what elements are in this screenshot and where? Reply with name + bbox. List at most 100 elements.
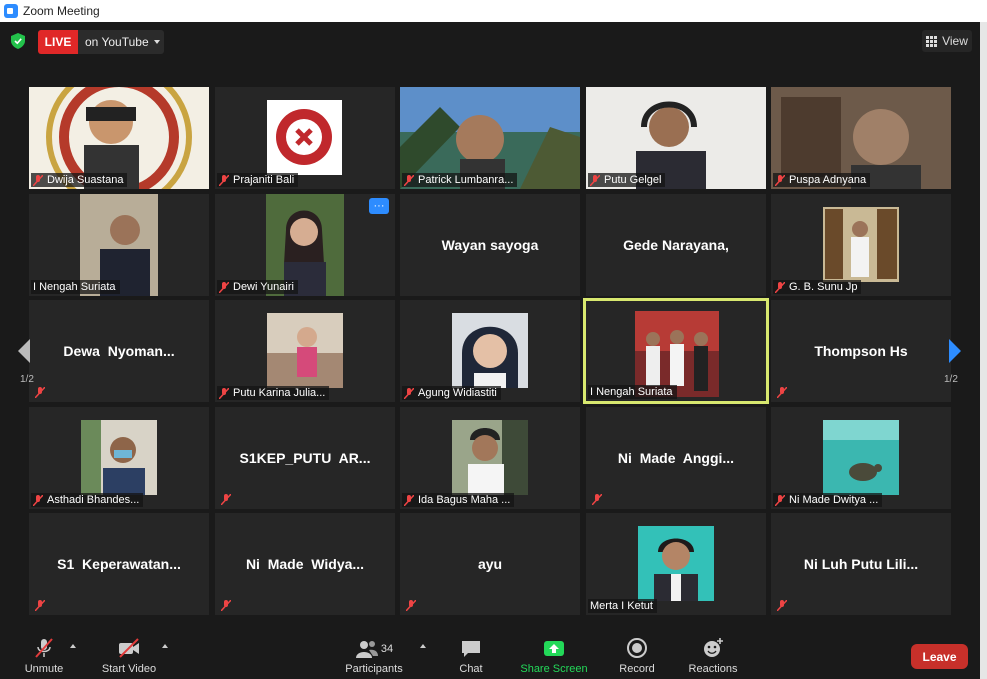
- participants-button[interactable]: 34 Participants: [342, 629, 406, 679]
- participant-tile[interactable]: ayu: [400, 513, 580, 615]
- mic-muted-icon: [33, 174, 43, 186]
- mic-muted-icon: [35, 600, 45, 611]
- window-title: Zoom Meeting: [23, 4, 100, 18]
- participant-tile[interactable]: Patrick Lumbanra...: [400, 87, 580, 189]
- participant-video: [452, 420, 528, 495]
- participant-video: [823, 420, 899, 495]
- participant-tile[interactable]: G. B. Sunu Jp: [771, 194, 951, 296]
- mic-muted-icon: [590, 174, 600, 186]
- participant-tile[interactable]: S1KEP_PUTU AR...: [215, 407, 395, 509]
- participant-name: Puspa Adnyana: [773, 173, 871, 187]
- participant-name-display: Dewa Nyoman...: [63, 343, 175, 359]
- participant-tile[interactable]: Agung Widiastiti: [400, 300, 580, 402]
- participant-name: Merta I Ketut: [588, 599, 657, 613]
- mic-muted-icon: [777, 387, 787, 398]
- participant-tile[interactable]: Dwija Suastana: [29, 87, 209, 189]
- participant-name: G. B. Sunu Jp: [773, 280, 862, 294]
- participant-name: Putu Karina Julia...: [217, 386, 330, 400]
- participant-tile[interactable]: I Nengah Suriata: [29, 194, 209, 296]
- participant-name: Dwija Suastana: [31, 173, 128, 187]
- participant-video: [638, 526, 714, 601]
- mic-muted-icon: [33, 494, 43, 506]
- participant-tile[interactable]: S1 Keperawatan...: [29, 513, 209, 615]
- start-video-label: Start Video: [101, 663, 157, 675]
- mic-muted-icon: [219, 174, 229, 186]
- page-indicator-left: 1/2: [20, 374, 34, 385]
- participant-tile[interactable]: Ida Bagus Maha ...: [400, 407, 580, 509]
- participant-name: Putu Gelgel: [588, 173, 666, 187]
- participant-video: [823, 207, 899, 282]
- participant-tile[interactable]: Ni Made Dwitya ...: [771, 407, 951, 509]
- participant-name-display: Ni Made Anggi...: [617, 450, 735, 466]
- view-label: View: [942, 34, 968, 48]
- participant-video: [267, 313, 343, 388]
- participant-name-display: S1 Keperawatan...: [57, 556, 181, 572]
- participant-video: [81, 420, 157, 495]
- participant-tile[interactable]: Thompson Hs: [771, 300, 951, 402]
- participant-tile-active-speaker[interactable]: I Nengah Suriata: [583, 298, 769, 404]
- mic-muted-icon: [221, 494, 231, 505]
- view-button[interactable]: View: [922, 30, 972, 52]
- chat-button[interactable]: Chat: [451, 629, 491, 679]
- meeting-window: LIVE on YouTube View Dwija Suastana Praj…: [0, 22, 980, 679]
- security-shield-icon[interactable]: [11, 33, 25, 49]
- meeting-topbar: LIVE on YouTube View: [0, 22, 980, 62]
- start-video-button[interactable]: Start Video: [98, 629, 160, 679]
- mic-muted-icon: [221, 600, 231, 611]
- record-label: Record: [619, 663, 655, 675]
- reactions-smiley-icon: [704, 638, 723, 657]
- participant-tile[interactable]: Dewa Nyoman...: [29, 300, 209, 402]
- participant-tile[interactable]: ··· Dewi Yunairi: [215, 194, 395, 296]
- unmute-button[interactable]: Unmute: [18, 629, 70, 679]
- mic-muted-icon: [35, 387, 45, 398]
- live-destination-label: on YouTube: [85, 35, 149, 49]
- chat-bubble-icon: [462, 641, 480, 657]
- window-scrollbar[interactable]: [980, 22, 987, 679]
- participants-options-caret-icon[interactable]: [420, 644, 426, 648]
- live-destination-dropdown[interactable]: on YouTube: [78, 30, 164, 54]
- participant-name-display: Thompson Hs: [814, 343, 908, 359]
- mic-muted-icon: [404, 387, 414, 399]
- participant-tile[interactable]: Wayan sayoga: [400, 194, 580, 296]
- participant-name-display: S1KEP_PUTU AR...: [239, 450, 371, 466]
- microphone-muted-icon: [35, 638, 53, 658]
- share-screen-button[interactable]: Share Screen: [519, 629, 589, 679]
- mic-muted-icon: [404, 494, 414, 506]
- mic-muted-icon: [404, 174, 414, 186]
- video-options-caret-icon[interactable]: [162, 644, 168, 648]
- participant-name-display: Wayan sayoga: [441, 237, 539, 253]
- participant-name-display: Ni Made Widya...: [245, 556, 365, 572]
- leave-meeting-button[interactable]: Leave: [911, 644, 968, 669]
- participant-tile[interactable]: Ni Made Anggi...: [586, 407, 766, 509]
- unmute-label: Unmute: [24, 663, 64, 675]
- participant-name: I Nengah Suriata: [588, 385, 677, 399]
- participant-tile[interactable]: Putu Gelgel: [586, 87, 766, 189]
- audio-options-caret-icon[interactable]: [70, 644, 76, 648]
- participant-tile[interactable]: Prajaniti Bali: [215, 87, 395, 189]
- participant-tile[interactable]: Putu Karina Julia...: [215, 300, 395, 402]
- previous-page-arrow-icon[interactable]: [14, 335, 34, 367]
- participant-name: Agung Widiastiti: [402, 386, 501, 400]
- participant-video: [452, 313, 528, 388]
- participants-icon: [355, 641, 378, 658]
- video-camera-off-icon: [119, 638, 139, 658]
- mic-muted-icon: [592, 494, 602, 505]
- participant-tile[interactable]: Ni Luh Putu Lili...: [771, 513, 951, 615]
- record-icon: [627, 638, 647, 658]
- page-indicator-right: 1/2: [944, 374, 958, 385]
- mic-muted-icon: [219, 387, 229, 399]
- participant-tile[interactable]: Ni Made Widya...: [215, 513, 395, 615]
- reactions-button[interactable]: Reactions: [684, 629, 742, 679]
- next-page-arrow-icon[interactable]: [945, 335, 965, 367]
- participant-tile[interactable]: Gede Narayana,: [586, 194, 766, 296]
- participant-video: [267, 100, 342, 175]
- participant-tile[interactable]: Puspa Adnyana: [771, 87, 951, 189]
- participant-tile[interactable]: Merta I Ketut: [586, 513, 766, 615]
- participants-count: 34: [380, 643, 394, 655]
- record-button[interactable]: Record: [614, 629, 660, 679]
- more-options-button[interactable]: ···: [369, 198, 389, 214]
- live-badge: LIVE: [38, 30, 78, 54]
- participant-tile[interactable]: Asthadi Bhandes...: [29, 407, 209, 509]
- participants-label: Participants: [345, 663, 403, 675]
- mic-muted-icon: [775, 281, 785, 293]
